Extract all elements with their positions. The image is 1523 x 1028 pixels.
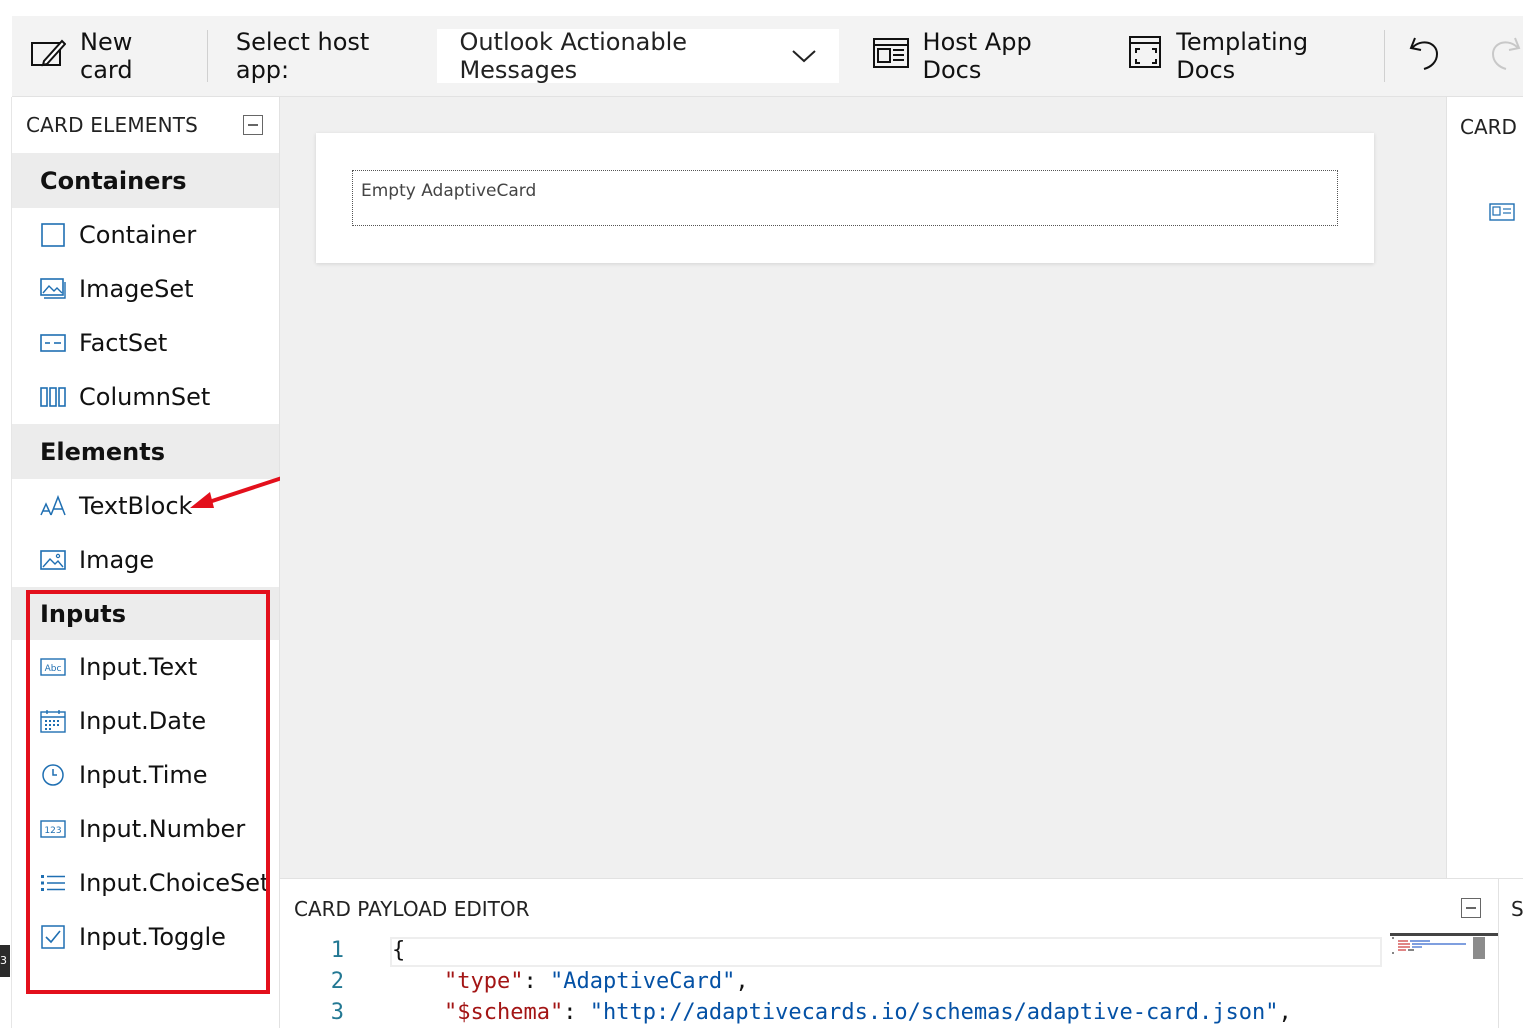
element-label: Input.Toggle [79, 923, 226, 951]
select-host-label: Select host app: [208, 16, 438, 96]
element-label: Input.Text [79, 653, 197, 681]
templating-icon [1128, 35, 1164, 77]
card-elements-header: CARD ELEMENTS [12, 97, 279, 153]
element-input-toggle[interactable]: Input.Toggle [12, 910, 279, 964]
select-host-text: Select host app: [236, 28, 424, 84]
new-card-label: New card [80, 28, 187, 84]
payload-collapse-icon[interactable] [1461, 898, 1481, 918]
clock-icon [40, 763, 66, 787]
line-number: 1 [280, 938, 344, 963]
new-card-icon [30, 37, 66, 75]
card-structure-title: CARD S [1460, 115, 1523, 139]
element-label: TextBlock [79, 492, 192, 520]
sample-data-panel: S [1498, 878, 1523, 1028]
element-imageset[interactable]: ImageSet [12, 262, 279, 316]
line-number: 3 [280, 1000, 344, 1025]
svg-text:123: 123 [44, 826, 61, 836]
element-input-text[interactable]: Abc Input.Text [12, 640, 279, 694]
host-app-value: Outlook Actionable Messages [459, 28, 790, 84]
host-app-docs-button[interactable]: Host App Docs [839, 16, 1109, 96]
code-line: 3 "$schema": "http://adaptivecards.io/sc… [280, 997, 1380, 1028]
card-elements-title: CARD ELEMENTS [26, 113, 198, 137]
group-inputs[interactable]: Inputs [12, 587, 279, 640]
payload-editor-title: CARD PAYLOAD EDITOR [294, 897, 529, 921]
left-edge-strip: 3 [0, 97, 12, 1028]
element-label: Input.Time [79, 761, 208, 789]
host-app-select[interactable]: Outlook Actionable Messages [437, 29, 838, 83]
undo-button[interactable] [1385, 16, 1467, 96]
element-input-date[interactable]: Input.Date [12, 694, 279, 748]
element-label: ColumnSet [79, 383, 210, 411]
element-label: ImageSet [79, 275, 194, 303]
undo-icon [1407, 34, 1441, 78]
code-line: 1 { [280, 935, 1380, 966]
code-minimap[interactable] [1390, 935, 1472, 965]
empty-card-placeholder[interactable]: Empty AdaptiveCard [352, 170, 1338, 226]
left-edge-mark: 3 [0, 945, 10, 977]
host-app-docs-label: Host App Docs [923, 28, 1091, 84]
textblock-icon [40, 494, 66, 518]
code-editor[interactable]: 1 { 2 "type": "AdaptiveCard", 3 "$schema… [280, 935, 1380, 1028]
columnset-icon [40, 385, 66, 409]
card-payload-editor: CARD PAYLOAD EDITOR 1 { 2 "type": "Adapt… [280, 878, 1498, 1028]
sample-data-title: S [1511, 897, 1523, 921]
svg-text:Abc: Abc [45, 664, 62, 674]
top-strip [0, 0, 1523, 16]
element-image[interactable]: Image [12, 533, 279, 587]
editor-scrollbar-thumb[interactable] [1473, 937, 1485, 959]
adaptive-card-node-icon[interactable] [1489, 203, 1515, 225]
redo-button[interactable] [1467, 16, 1523, 96]
element-columnset[interactable]: ColumnSet [12, 370, 279, 424]
templating-docs-button[interactable]: Templating Docs [1108, 16, 1384, 96]
calendar-icon [40, 709, 66, 733]
imageset-icon [40, 277, 66, 301]
code-text: { [392, 938, 405, 963]
element-container[interactable]: Container [12, 208, 279, 262]
element-label: Input.Number [79, 815, 245, 843]
factset-icon [40, 331, 66, 355]
templating-docs-label: Templating Docs [1176, 28, 1366, 84]
line-number: 2 [280, 969, 344, 994]
adaptive-card[interactable]: Empty AdaptiveCard [316, 133, 1374, 263]
element-label: Input.ChoiceSet [79, 869, 269, 897]
code-text: "$schema": "http://adaptivecards.io/sche… [444, 1000, 1292, 1025]
json-key: "type" [444, 969, 523, 994]
element-input-number[interactable]: 123 Input.Number [12, 802, 279, 856]
chevron-down-icon [791, 42, 817, 70]
element-label: FactSet [79, 329, 167, 357]
image-icon [40, 548, 66, 572]
element-input-choiceset[interactable]: Input.ChoiceSet [12, 856, 279, 910]
new-card-button[interactable]: New card [12, 16, 207, 96]
redo-icon [1489, 34, 1523, 78]
element-factset[interactable]: FactSet [12, 316, 279, 370]
docs-icon [873, 38, 909, 74]
group-containers[interactable]: Containers [12, 153, 279, 208]
collapse-icon[interactable] [243, 115, 263, 135]
code-line: 2 "type": "AdaptiveCard", [280, 966, 1380, 997]
element-input-time[interactable]: Input.Time [12, 748, 279, 802]
container-icon [40, 223, 66, 247]
json-key: "$schema" [444, 1000, 563, 1025]
code-text: "type": "AdaptiveCard", [444, 969, 749, 994]
checkbox-icon [40, 925, 66, 949]
json-value: "AdaptiveCard" [550, 969, 735, 994]
card-structure-panel: CARD S [1446, 97, 1523, 878]
design-canvas: Empty AdaptiveCard [280, 97, 1446, 878]
number-icon: 123 [40, 817, 66, 841]
element-label: Container [79, 221, 196, 249]
json-value: "http://adaptivecards.io/schemas/adaptiv… [590, 1000, 1279, 1025]
element-label: Image [79, 546, 154, 574]
element-label: Input.Date [79, 707, 206, 735]
list-icon [40, 871, 66, 895]
card-elements-panel: CARD ELEMENTS Containers Container Image… [12, 97, 280, 1028]
input-text-icon: Abc [40, 655, 66, 679]
toolbar: New card Select host app: Outlook Action… [12, 16, 1523, 97]
